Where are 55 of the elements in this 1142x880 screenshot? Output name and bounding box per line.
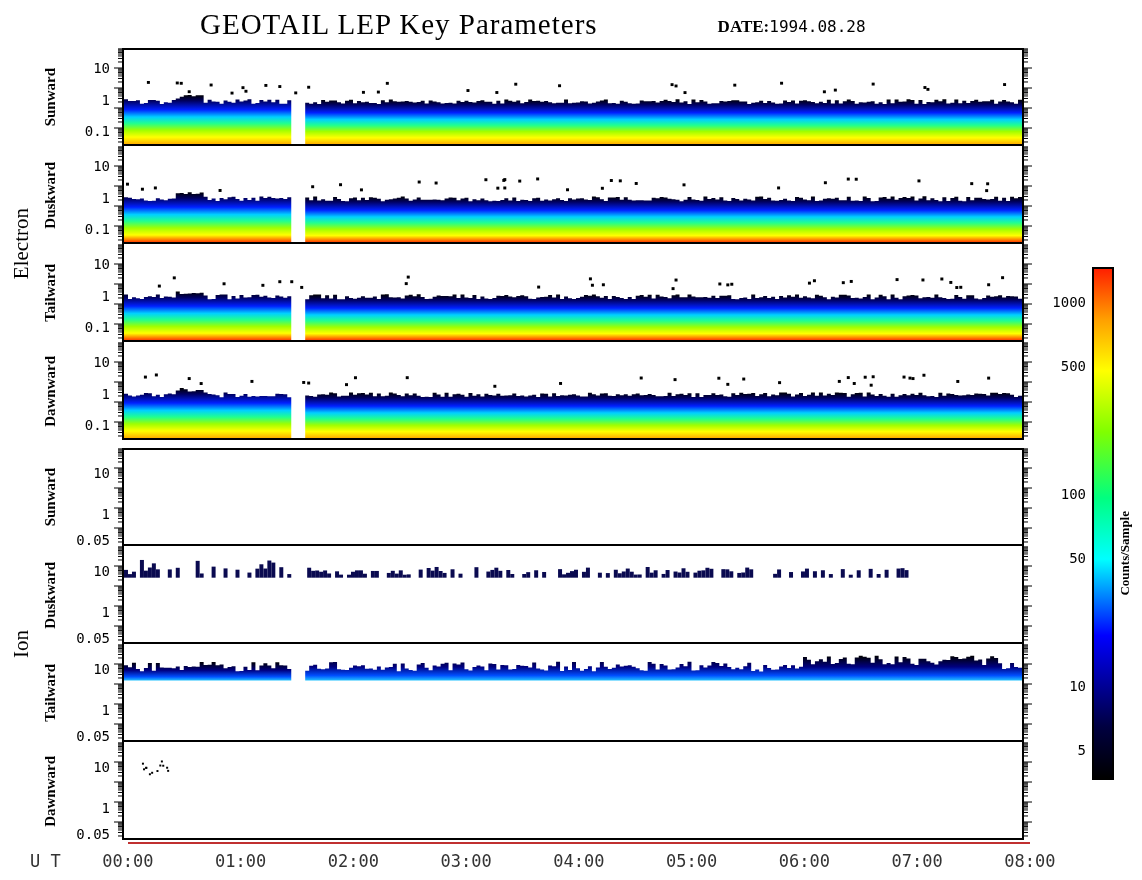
y-tick-label: 1: [101, 604, 110, 619]
y-tick-label: 0.05: [76, 729, 110, 744]
y-tick-label: 1: [101, 702, 110, 717]
direction-label: Sunward: [41, 467, 59, 527]
colorbar-tick-label: 50: [1069, 550, 1086, 565]
colorbar-tick-label: 5: [1077, 743, 1086, 758]
direction-label: Sunward: [41, 67, 59, 127]
y-tick-label: 0.05: [76, 631, 110, 646]
y-tick-label: 10: [93, 354, 110, 369]
x-tick-label: 05:00: [665, 851, 719, 871]
direction-label: Tailward: [41, 264, 59, 322]
colorbar-tick-label: 10: [1069, 679, 1086, 694]
y-tick-label: 1: [101, 190, 110, 205]
direction-label: Tailward: [41, 664, 59, 722]
y-tick-label: 1: [101, 800, 110, 815]
y-tick-label: 10: [93, 158, 110, 173]
x-tick-label: 01:00: [214, 851, 268, 871]
colorbar-tick-label: 100: [1060, 486, 1086, 501]
y-tick-label: 0.1: [84, 124, 110, 139]
y-tick-label: 1: [101, 506, 110, 521]
direction-label: Duskward: [41, 561, 59, 629]
date-value: 1994.08.28: [769, 17, 866, 36]
x-tick-label: 02:00: [326, 851, 380, 871]
colorbar-tick-label: 1000: [1052, 294, 1086, 309]
y-tick-label: 1: [101, 386, 110, 401]
date-label: DATE:: [717, 17, 770, 37]
y-tick-label: 0.1: [84, 222, 110, 237]
x-axis-label: U T: [29, 851, 62, 871]
y-tick-label: 10: [93, 760, 110, 775]
x-tick-label: 03:00: [439, 851, 493, 871]
direction-label: Dawnward: [41, 355, 59, 427]
y-tick-label: 10: [93, 60, 110, 75]
group-label: Ion: [8, 630, 34, 658]
y-tick-label: 0.1: [84, 418, 110, 433]
y-tick-label: 1: [101, 92, 110, 107]
y-tick-label: 0.05: [76, 533, 110, 548]
x-tick-label: 06:00: [777, 851, 831, 871]
x-tick-label: 04:00: [552, 851, 606, 871]
colorbar-tick-label: 500: [1060, 359, 1086, 373]
y-tick-label: 10: [93, 662, 110, 677]
direction-label: Dawnward: [41, 755, 59, 827]
scatter-dots: [141, 760, 170, 776]
y-tick-label: 10: [93, 564, 110, 579]
x-tick-label: 00:00: [101, 851, 155, 871]
y-tick-label: 0.1: [84, 320, 110, 335]
x-tick-label: 08:00: [1003, 851, 1057, 871]
direction-label: Duskward: [41, 161, 59, 229]
x-tick-label: 07:00: [890, 851, 944, 871]
y-tick-label: 10: [93, 466, 110, 481]
y-tick-label: 10: [93, 256, 110, 271]
group-label: Electron: [8, 208, 34, 280]
y-tick-label: 0.05: [76, 827, 110, 842]
chart-title: GEOTAIL LEP Key Parameters: [200, 7, 598, 41]
colorbar-label: Counts/Sample: [1117, 511, 1133, 596]
y-tick-label: 1: [101, 288, 110, 303]
